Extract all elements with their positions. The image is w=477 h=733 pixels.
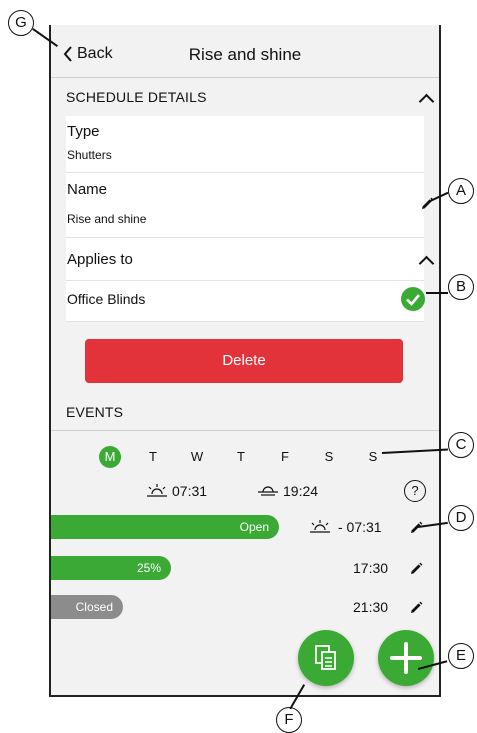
event-time: - 07:31 bbox=[338, 519, 382, 535]
pencil-icon[interactable] bbox=[409, 601, 423, 615]
callout-g: G bbox=[8, 10, 34, 36]
help-icon[interactable]: ? bbox=[404, 480, 426, 502]
day-wednesday[interactable]: W bbox=[186, 446, 208, 468]
leader-line bbox=[426, 292, 448, 294]
phone-frame: Back Rise and shine SCHEDULE DETAILS Typ… bbox=[49, 25, 441, 697]
callout-e: E bbox=[448, 643, 474, 669]
copy-schedule-button[interactable] bbox=[298, 630, 354, 686]
sunrise-icon bbox=[310, 520, 330, 533]
applies-to-label: Applies to bbox=[67, 251, 133, 268]
event-position-bar[interactable]: Open bbox=[51, 515, 279, 539]
callout-b: B bbox=[448, 274, 474, 300]
divider bbox=[66, 321, 424, 322]
plus-icon bbox=[390, 642, 422, 674]
callout-a: A bbox=[448, 178, 474, 204]
pencil-icon[interactable] bbox=[409, 521, 423, 535]
schedule-details-label: SCHEDULE DETAILS bbox=[66, 89, 207, 105]
type-label: Type bbox=[67, 123, 100, 140]
device-selected-toggle[interactable] bbox=[401, 287, 425, 311]
callout-f: F bbox=[276, 707, 302, 733]
event-position-bar[interactable]: Closed bbox=[51, 595, 123, 619]
day-friday[interactable]: F bbox=[274, 446, 296, 468]
name-value: Rise and shine bbox=[67, 212, 147, 226]
copy-icon bbox=[315, 645, 336, 670]
day-thursday[interactable]: T bbox=[230, 446, 252, 468]
sunrise-time: 07:31 bbox=[172, 483, 208, 499]
schedule-details-header[interactable]: SCHEDULE DETAILS bbox=[51, 78, 439, 116]
event-time: 17:30 bbox=[353, 560, 389, 576]
callout-c: C bbox=[448, 432, 474, 458]
day-tuesday[interactable]: T bbox=[142, 446, 164, 468]
sunset-time: 19:24 bbox=[283, 483, 319, 499]
events-header: EVENTS bbox=[51, 398, 439, 431]
sunrise-icon bbox=[147, 484, 167, 497]
chevron-up-icon bbox=[418, 93, 435, 110]
divider bbox=[66, 172, 424, 173]
sunset-icon bbox=[258, 486, 278, 496]
event-position-bar[interactable]: 25% bbox=[51, 556, 171, 580]
device-name: Office Blinds bbox=[67, 291, 146, 307]
pencil-icon[interactable] bbox=[409, 562, 423, 576]
day-saturday[interactable]: S bbox=[318, 446, 340, 468]
day-sunday[interactable]: S bbox=[362, 446, 384, 468]
delete-button[interactable]: Delete bbox=[85, 339, 403, 383]
app-header: Back Rise and shine bbox=[51, 25, 439, 78]
callout-d: D bbox=[448, 505, 474, 531]
type-value: Shutters bbox=[67, 148, 112, 162]
page-title: Rise and shine bbox=[188, 45, 302, 64]
event-time: 21:30 bbox=[353, 599, 389, 615]
day-monday[interactable]: M bbox=[99, 446, 121, 468]
name-label: Name bbox=[67, 181, 108, 198]
checkmark-icon bbox=[406, 294, 420, 306]
divider bbox=[66, 237, 424, 238]
add-event-button[interactable] bbox=[378, 630, 434, 686]
events-label: EVENTS bbox=[66, 404, 124, 420]
divider bbox=[66, 280, 424, 281]
